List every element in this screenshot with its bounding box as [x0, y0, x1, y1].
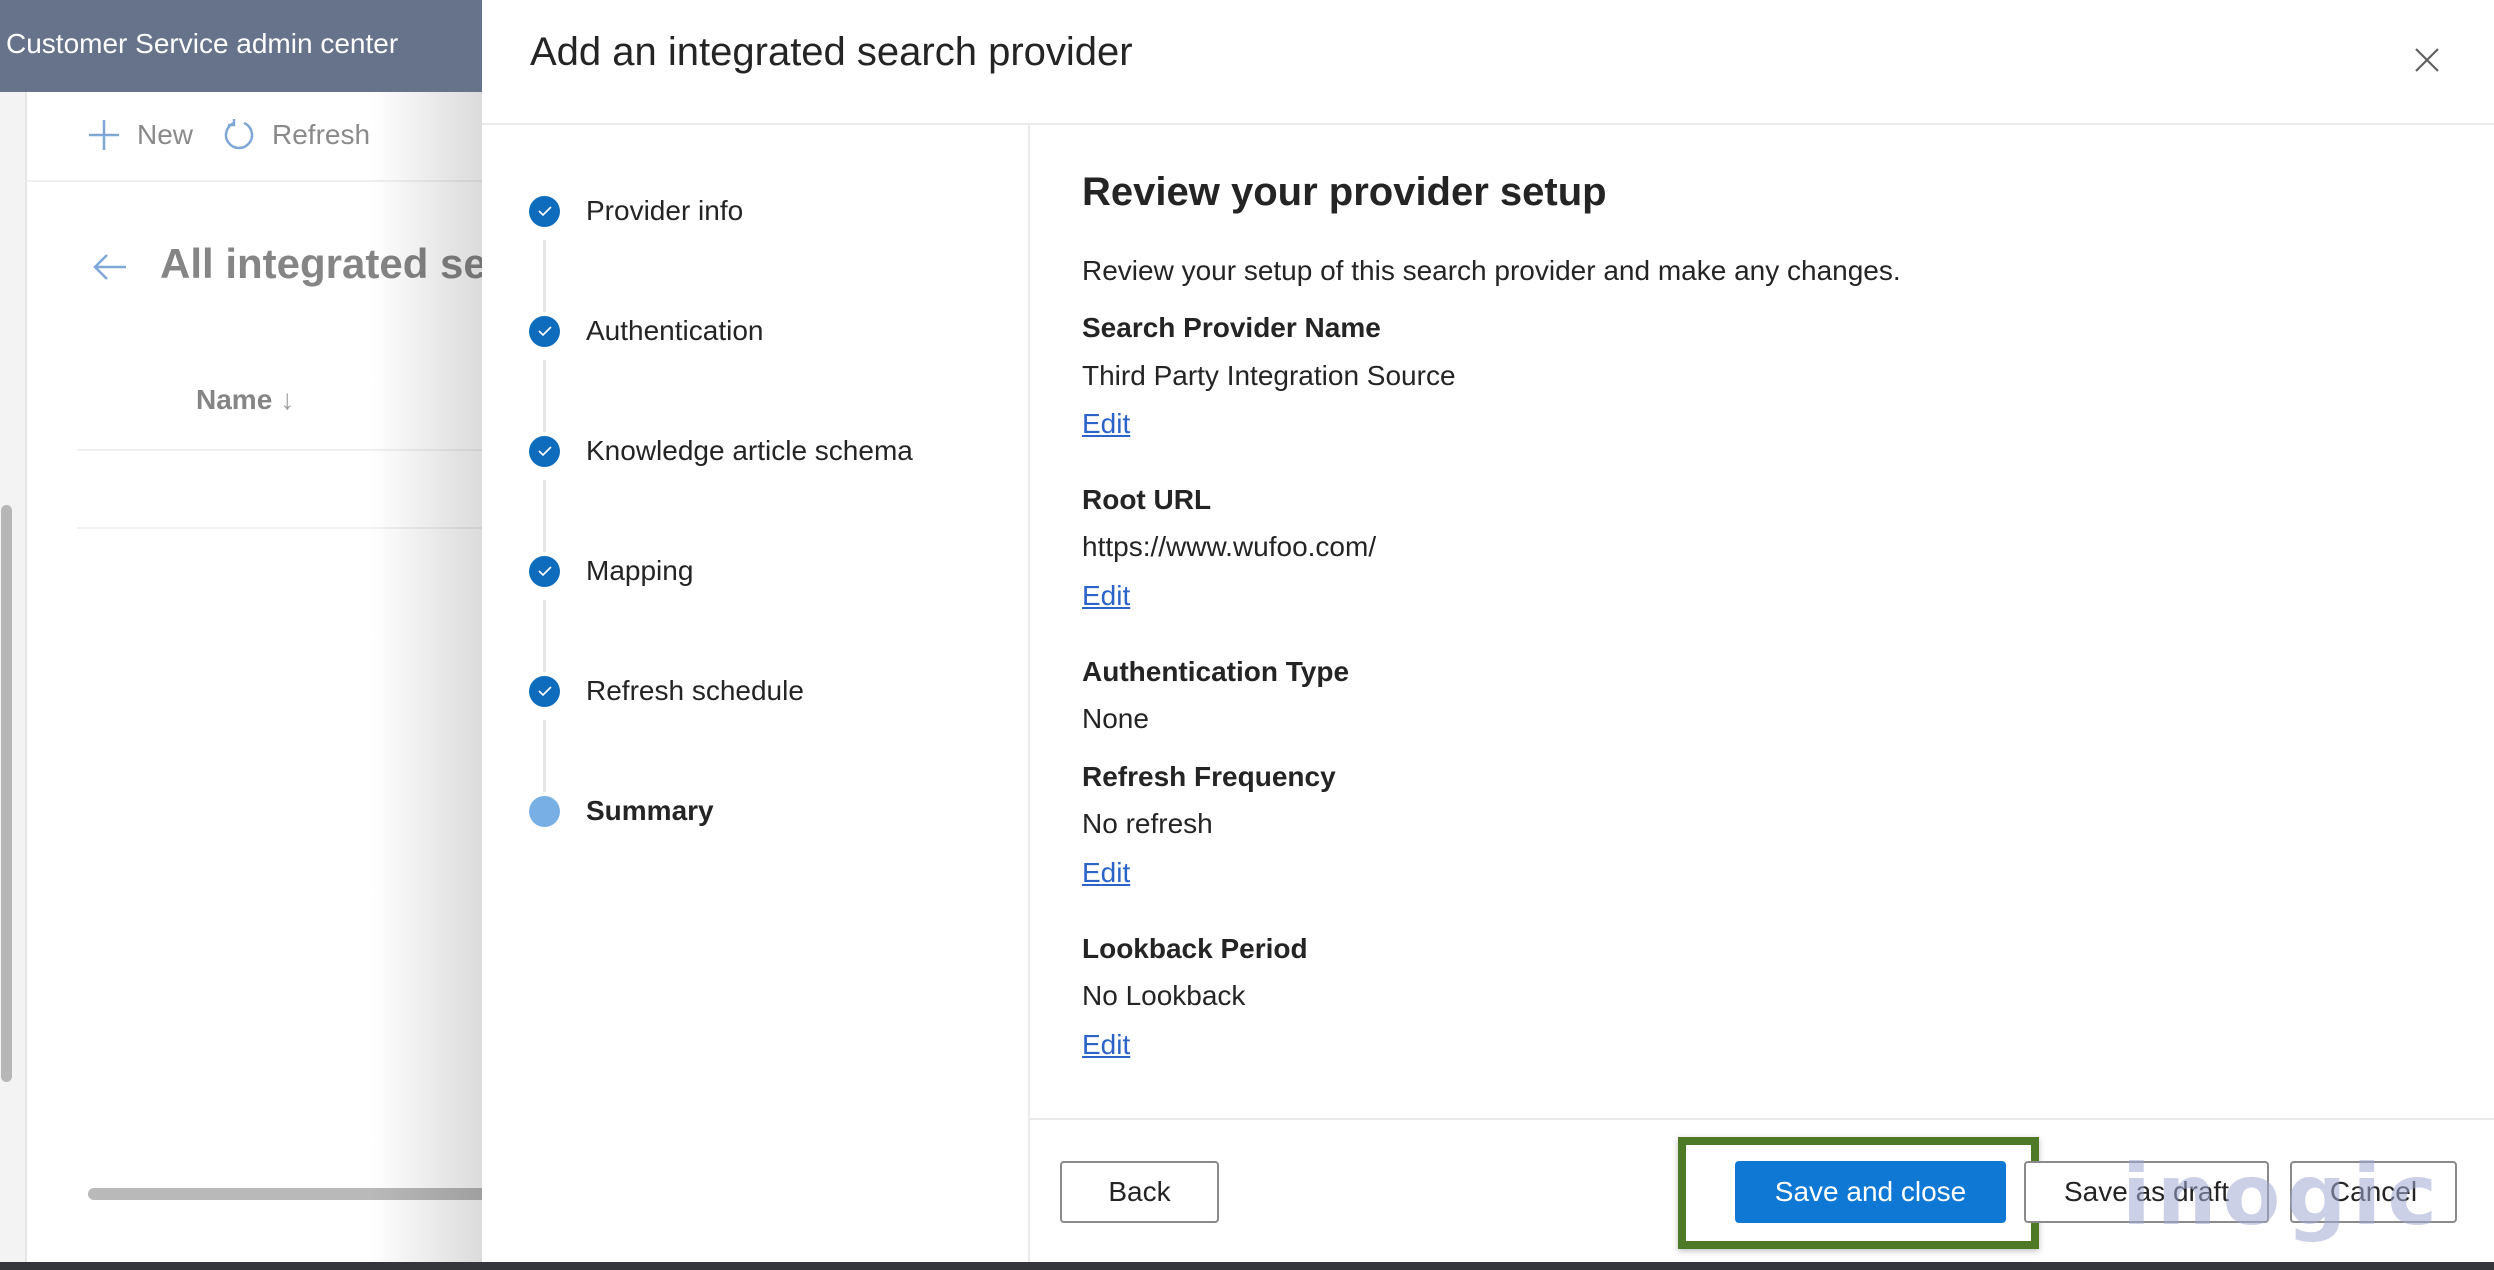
field-value-lookback-period: No Lookback: [1082, 980, 1246, 1011]
panel-title: Add an integrated search provider: [530, 30, 1133, 74]
back-arrow-icon[interactable]: [92, 252, 128, 287]
refresh-button[interactable]: Refresh: [222, 118, 370, 152]
save-and-close-button[interactable]: Save and close: [1735, 1161, 2006, 1223]
edit-lookback-period-link[interactable]: Edit: [1082, 1029, 1130, 1061]
close-icon: [2415, 48, 2439, 72]
field-label-search-provider-name: Search Provider Name: [1082, 312, 1381, 343]
step-label: Summary: [586, 795, 714, 826]
app-header: Customer Service admin center: [0, 0, 482, 92]
edit-search-provider-name-link[interactable]: Edit: [1082, 408, 1130, 440]
review-title: Review your provider setup: [1082, 170, 1607, 214]
step-label: Authentication: [586, 315, 764, 346]
wizard-steps: Provider info Authentication Knowledge a…: [482, 125, 1030, 1262]
field-value-authentication-type: None: [1082, 703, 1149, 734]
add-search-provider-panel: Add an integrated search provider Provid…: [482, 0, 2494, 1262]
check-icon: [529, 435, 560, 467]
field-value-refresh-frequency: No refresh: [1082, 808, 1213, 839]
step-connector: [543, 480, 546, 552]
step-label: Knowledge article schema: [586, 435, 913, 466]
step-connector: [543, 720, 546, 792]
field-label-refresh-frequency: Refresh Frequency: [1082, 761, 1336, 792]
step-refresh-schedule[interactable]: Refresh schedule: [529, 674, 804, 708]
sort-down-icon: ↓: [280, 384, 295, 415]
review-content: Review your provider setup Review your s…: [1082, 125, 2482, 1115]
save-as-draft-button[interactable]: Save as draft: [2024, 1161, 2269, 1223]
edit-refresh-frequency-link[interactable]: Edit: [1082, 857, 1130, 889]
step-label: Provider info: [586, 195, 744, 226]
review-description: Review your setup of this search provide…: [1082, 255, 1901, 286]
step-label: Refresh schedule: [586, 675, 804, 706]
left-rail: [0, 92, 27, 1262]
back-button[interactable]: Back: [1060, 1161, 1219, 1223]
step-mapping[interactable]: Mapping: [529, 554, 693, 588]
check-icon: [529, 555, 560, 587]
column-header-label: Name: [196, 384, 273, 415]
panel-shadow: [370, 92, 482, 1262]
panel-header: Add an integrated search provider: [482, 0, 2494, 125]
vertical-scrollbar[interactable]: [1, 505, 12, 1082]
check-icon: [529, 315, 560, 347]
step-knowledge-article-schema[interactable]: Knowledge article schema: [529, 434, 913, 468]
current-step-icon: [529, 795, 560, 827]
field-value-root-url: https://www.wufoo.com/: [1082, 531, 1377, 562]
refresh-icon: [224, 119, 254, 150]
column-header-name[interactable]: Name ↓: [196, 384, 294, 416]
app-title: Customer Service admin center: [6, 28, 399, 59]
field-value-search-provider-name: Third Party Integration Source: [1082, 360, 1456, 391]
cancel-button[interactable]: Cancel: [2290, 1161, 2457, 1223]
new-button[interactable]: New: [87, 118, 193, 152]
field-label-authentication-type: Authentication Type: [1082, 656, 1350, 687]
plus-icon: [89, 120, 119, 150]
edit-root-url-link[interactable]: Edit: [1082, 580, 1130, 612]
step-summary[interactable]: Summary: [529, 794, 714, 828]
step-connector: [543, 600, 546, 672]
field-label-lookback-period: Lookback Period: [1082, 933, 1308, 964]
step-authentication[interactable]: Authentication: [529, 314, 763, 348]
step-provider-info[interactable]: Provider info: [529, 194, 743, 228]
new-label: New: [137, 119, 194, 150]
close-button[interactable]: [2407, 40, 2447, 80]
check-icon: [529, 675, 560, 707]
bottom-bar: [0, 1262, 2494, 1270]
step-connector: [543, 240, 546, 312]
step-label: Mapping: [586, 555, 694, 586]
panel-footer: Back Save and close Save as draft Cancel…: [1030, 1118, 2494, 1264]
check-icon: [529, 195, 560, 227]
step-connector: [543, 360, 546, 432]
refresh-label: Refresh: [272, 119, 371, 150]
field-label-root-url: Root URL: [1082, 484, 1212, 515]
